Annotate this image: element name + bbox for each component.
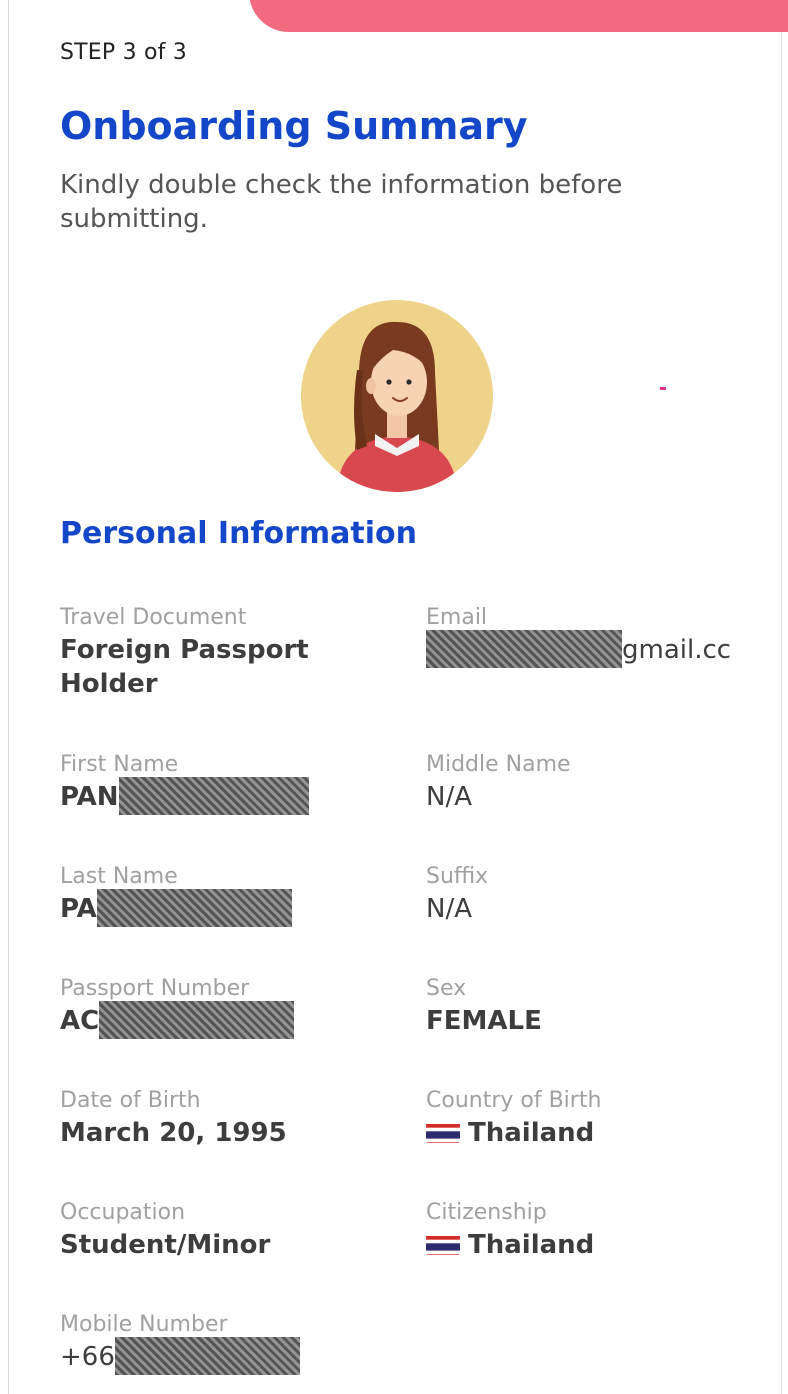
field-value: N/A [426,894,472,924]
field-label: First Name [60,752,179,777]
field-value: Thailand [426,1116,756,1150]
page-subtitle: Kindly double check the information befo… [60,170,623,234]
field-occupation: Occupation Student/Minor [60,1198,390,1262]
field-value: FEMALE [426,1006,542,1036]
field-label: Mobile Number [60,1312,228,1337]
field-value: AC [60,1000,390,1039]
field-label: Travel Document [60,605,247,630]
field-last-name: Last Name PA [60,862,390,927]
field-value: Thailand [426,1228,756,1262]
field-citizenship: Citizenship Thailand [426,1198,756,1262]
field-label: Country of Birth [426,1088,602,1113]
thailand-flag-icon [426,1121,460,1143]
page: STEP 3 of 3 Onboarding Summary Kindly do… [0,0,788,1394]
field-value: PAN [60,776,390,815]
field-label: Occupation [60,1200,186,1225]
mobile-prefix: +66 [60,1342,115,1372]
field-passport-number: Passport Number AC [60,974,390,1039]
field-label: Sex [426,976,467,1001]
field-label: Passport Number [60,976,250,1001]
field-value: March 20, 1995 [60,1118,287,1148]
field-value: N/A [426,782,472,812]
redacted-block [118,776,309,815]
field-value: PA [60,888,390,927]
field-label: Date of Birth [60,1088,201,1113]
field-country-of-birth: Country of Birth Thailand [426,1086,756,1150]
field-label: Suffix [426,864,489,889]
field-suffix: Suffix N/A [426,862,756,926]
field-value: gmail.cc [426,629,756,668]
field-mobile-number: Mobile Number +66 [60,1310,390,1375]
field-email: Email gmail.cc [426,603,756,668]
redacted-block [96,888,292,927]
redacted-block [426,629,622,668]
page-title: Onboarding Summary [60,104,528,148]
last-name-prefix: PA [60,894,97,924]
top-banner [249,0,788,32]
field-value: Student/Minor [60,1230,271,1260]
field-middle-name: Middle Name N/A [426,750,756,814]
passport-prefix: AC [60,1006,100,1036]
redacted-block [114,1336,300,1375]
step-indicator: STEP 3 of 3 [60,40,187,65]
section-title-personal-information: Personal Information [60,516,417,551]
field-travel-document: Travel Document Foreign Passport Holder [60,603,390,701]
decorative-dot [660,387,666,390]
field-sex: Sex FEMALE [426,974,756,1038]
field-date-of-birth: Date of Birth March 20, 1995 [60,1086,390,1150]
field-label: Email [426,605,488,630]
country-of-birth-value: Thailand [468,1118,595,1148]
field-value: +66 [60,1336,390,1375]
thailand-flag-icon [426,1233,460,1255]
field-label: Last Name [60,864,178,889]
field-first-name: First Name PAN [60,750,390,815]
field-label: Middle Name [426,752,571,777]
first-name-prefix: PAN [60,782,119,812]
email-domain: gmail.cc [622,635,732,665]
field-label: Citizenship [426,1200,547,1225]
summary-card: STEP 3 of 3 Onboarding Summary Kindly do… [8,0,788,1394]
field-value: Foreign Passport Holder [60,635,309,699]
female-avatar-icon [301,300,493,492]
redacted-block [99,1000,295,1039]
citizenship-value: Thailand [468,1230,595,1260]
